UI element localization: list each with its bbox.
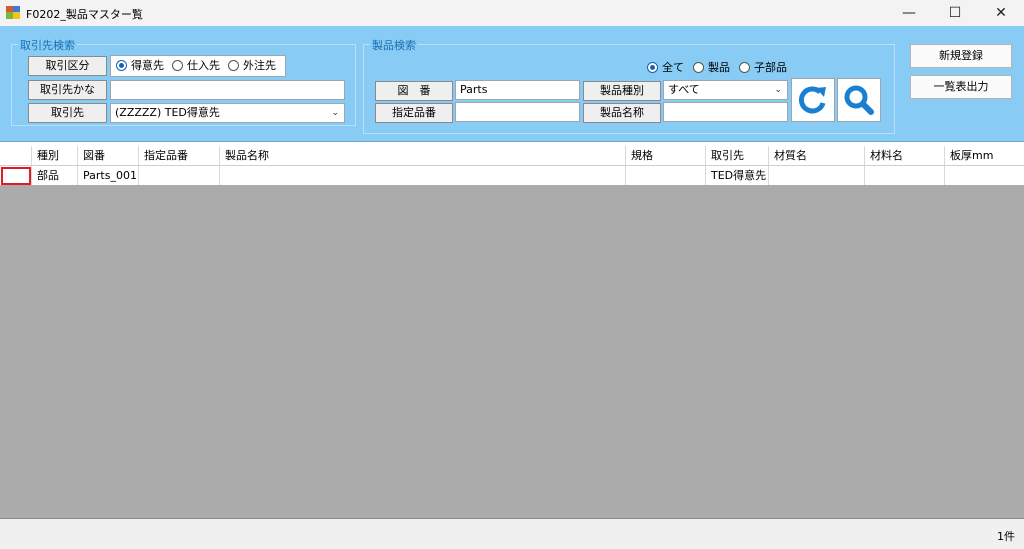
column-header-spec[interactable]: 規格: [626, 146, 706, 165]
partner-type-radio-group: 得意先 仕入先 外注先: [110, 55, 286, 77]
radio-subcontractor[interactable]: 外注先: [228, 56, 276, 76]
column-header-material-grade[interactable]: 材質名: [769, 146, 865, 165]
chevron-down-icon: ⌄: [331, 108, 339, 118]
product-name-input[interactable]: [663, 102, 788, 122]
search-button[interactable]: [837, 78, 881, 122]
partner-kana-label: 取引先かな: [28, 80, 107, 100]
product-search-group: 製品検索 全て 製品 子部品 図 番 Parts 製品種別 すべて ⌄ 指定品番…: [363, 37, 895, 134]
partner-type-label: 取引区分: [28, 56, 107, 76]
partner-kana-input[interactable]: [110, 80, 345, 100]
cell-spec[interactable]: [626, 166, 706, 185]
radio-subpart-label: 子部品: [754, 61, 787, 74]
partner-select[interactable]: (ZZZZZ) TED得意先 ⌄: [110, 103, 345, 123]
cell-designated-no[interactable]: [139, 166, 220, 185]
cell-material-grade[interactable]: [769, 166, 865, 185]
partner-label: 取引先: [28, 103, 107, 123]
record-count: 1件: [997, 530, 1015, 543]
search-panel: 取引先検索 取引区分 得意先 仕入先 外注先 取引先かな 取引先 (ZZZZZ)…: [0, 26, 1024, 142]
column-header-drawing-no[interactable]: 図番: [78, 146, 139, 165]
product-type-label: 製品種別: [583, 81, 661, 101]
product-grid: 種別 図番 指定品番 製品名称 規格 取引先 材質名 材料名 板厚mm 部品 P…: [0, 146, 1024, 518]
new-registration-button[interactable]: 新規登録: [910, 44, 1012, 68]
radio-subcontractor-indicator: [228, 60, 239, 71]
customer-search-group: 取引先検索 取引区分 得意先 仕入先 外注先 取引先かな 取引先 (ZZZZZ)…: [11, 37, 356, 126]
radio-all[interactable]: 全て: [647, 58, 684, 78]
column-header-material-name[interactable]: 材料名: [865, 146, 945, 165]
selected-cell-highlight: [1, 167, 31, 185]
radio-product-indicator: [693, 62, 704, 73]
status-bar: 1件: [0, 518, 1024, 549]
partner-select-value: (ZZZZZ) TED得意先: [115, 106, 220, 119]
export-list-button[interactable]: 一覧表出力: [910, 75, 1012, 99]
close-button[interactable]: ✕: [978, 0, 1024, 26]
column-header-thickness[interactable]: 板厚mm: [945, 146, 1024, 165]
minimize-button[interactable]: —: [886, 0, 932, 26]
drawing-no-label: 図 番: [375, 81, 453, 101]
cell-material-name[interactable]: [865, 166, 945, 185]
radio-subcontractor-label: 外注先: [243, 59, 276, 72]
designated-no-label: 指定品番: [375, 103, 453, 123]
window-title: F0202_製品マスター覧: [26, 8, 143, 21]
radio-supplier-indicator: [172, 60, 183, 71]
designated-no-input[interactable]: [455, 102, 580, 122]
product-name-label: 製品名称: [583, 103, 661, 123]
radio-all-indicator: [647, 62, 658, 73]
radio-customer[interactable]: 得意先: [116, 56, 164, 76]
cell-type[interactable]: 部品: [32, 166, 78, 185]
row-selector-cell[interactable]: [0, 166, 32, 185]
radio-subpart[interactable]: 子部品: [739, 58, 787, 78]
maximize-button[interactable]: ☐: [932, 0, 978, 26]
refresh-button[interactable]: [791, 78, 835, 122]
radio-subpart-indicator: [739, 62, 750, 73]
search-icon: [844, 85, 874, 115]
title-bar: F0202_製品マスター覧 — ☐ ✕: [0, 0, 1024, 26]
column-header-designated-no[interactable]: 指定品番: [139, 146, 220, 165]
radio-all-label: 全て: [662, 61, 684, 74]
column-header-type[interactable]: 種別: [32, 146, 78, 165]
product-type-value: すべて: [668, 83, 700, 96]
customer-search-title: 取引先検索: [18, 37, 77, 53]
refresh-icon: [798, 86, 826, 114]
radio-supplier-label: 仕入先: [187, 59, 220, 72]
cell-drawing-no[interactable]: Parts_001: [78, 166, 139, 185]
chevron-down-icon: ⌄: [774, 85, 782, 95]
grid-header: 種別 図番 指定品番 製品名称 規格 取引先 材質名 材料名 板厚mm: [0, 146, 1024, 166]
radio-supplier[interactable]: 仕入先: [172, 56, 220, 76]
product-type-select[interactable]: すべて ⌄: [663, 80, 788, 100]
cell-thickness[interactable]: [945, 166, 1024, 185]
column-header-row-selector: [0, 146, 32, 165]
table-row[interactable]: 部品 Parts_001 TED得意先: [0, 166, 1024, 185]
radio-customer-label: 得意先: [131, 59, 164, 72]
column-header-product-name[interactable]: 製品名称: [220, 146, 626, 165]
radio-customer-indicator: [116, 60, 127, 71]
product-search-title: 製品検索: [370, 37, 418, 53]
app-icon: [6, 6, 20, 19]
cell-partner[interactable]: TED得意先: [706, 166, 769, 185]
radio-product-label: 製品: [708, 61, 730, 74]
cell-product-name[interactable]: [220, 166, 626, 185]
radio-product[interactable]: 製品: [693, 58, 730, 78]
drawing-no-input[interactable]: Parts: [455, 80, 580, 100]
column-header-partner[interactable]: 取引先: [706, 146, 769, 165]
